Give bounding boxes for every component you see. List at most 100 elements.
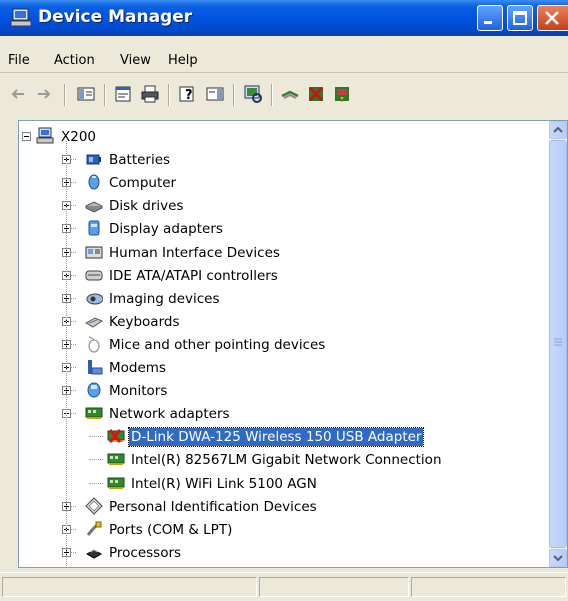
- window-title: Device Manager: [38, 7, 193, 27]
- tree-category-label: Human Interface Devices: [109, 245, 280, 261]
- back-icon[interactable]: [8, 84, 28, 104]
- tree-device-label: Intel(R) WiFi Link 5100 AGN: [131, 476, 317, 492]
- status-pane-2: [259, 577, 409, 597]
- tree-connector: [89, 459, 103, 461]
- tree-category-label: Keyboards: [109, 314, 180, 330]
- tree-category-label: Mice and other pointing devices: [109, 337, 326, 353]
- tree-category[interactable]: Human Interface Devices: [19, 242, 549, 264]
- menu-file[interactable]: File: [8, 53, 30, 68]
- device-tree-panel: X200 Batteries Computer Disk drives Display…: [18, 120, 568, 568]
- processor-icon: [85, 549, 103, 559]
- scroll-thumb[interactable]: [549, 140, 567, 548]
- minimize-icon: [484, 21, 492, 24]
- device-tree: X200 Batteries Computer Disk drives Display…: [19, 121, 549, 567]
- close-button[interactable]: [537, 5, 568, 31]
- ide-controller-icon: [85, 270, 103, 281]
- scan-for-hardware-changes-icon[interactable]: [243, 84, 263, 104]
- vertical-scrollbar[interactable]: [549, 121, 567, 567]
- status-bar: [0, 572, 568, 601]
- show-hide-action-pane-icon[interactable]: [205, 84, 225, 104]
- print-icon[interactable]: [140, 84, 160, 104]
- tree-category-label: Modems: [109, 360, 166, 376]
- toolbar-separator: [64, 84, 66, 106]
- collapse-icon[interactable]: [22, 132, 31, 141]
- scroll-down-button[interactable]: [549, 549, 567, 567]
- tree-category[interactable]: IDE ATA/ATAPI controllers: [19, 265, 549, 287]
- tree-category-label: Computer: [109, 175, 177, 191]
- toolbar-separator: [271, 84, 273, 106]
- tree-category[interactable]: Ports (COM & LPT): [19, 519, 549, 541]
- toolbar-separator: [233, 84, 235, 106]
- tree-device[interactable]: Intel(R) 82567LM Gigabit Network Connect…: [19, 449, 549, 471]
- tree-category[interactable]: Network adapters: [19, 403, 549, 425]
- menu-help[interactable]: Help: [168, 53, 198, 68]
- tree-connector: [89, 483, 103, 485]
- menu-bar: File Action View Help: [0, 38, 568, 73]
- tree-root[interactable]: X200: [19, 126, 549, 148]
- uninstall-icon[interactable]: [306, 84, 326, 104]
- computer-root-icon: [36, 127, 54, 144]
- modem-icon: [88, 360, 103, 375]
- update-driver-icon[interactable]: [280, 84, 300, 104]
- maximize-button[interactable]: [507, 5, 533, 31]
- tree-device[interactable]: Intel(R) WiFi Link 5100 AGN: [19, 473, 549, 495]
- network-adapter-error-icon: [107, 429, 125, 443]
- network-adapter-icon: [107, 453, 125, 465]
- grip-icon: [554, 338, 562, 346]
- tree-category-label: Processors: [109, 545, 182, 561]
- tree-category-label: Disk drives: [109, 198, 184, 214]
- tree-category-label: Display adapters: [109, 221, 223, 237]
- identification-device-icon: [85, 497, 103, 515]
- tree-category[interactable]: Monitors: [19, 380, 549, 402]
- tree-category-label: Personal Identification Devices: [109, 499, 317, 515]
- display-adapter-icon: [88, 220, 100, 236]
- close-icon: [545, 11, 559, 25]
- help-icon[interactable]: ?: [178, 84, 198, 104]
- tree-category[interactable]: Batteries: [19, 149, 549, 171]
- tree-category[interactable]: Mice and other pointing devices: [19, 334, 549, 356]
- tree-category[interactable]: Disk drives: [19, 195, 549, 217]
- properties-icon[interactable]: [113, 84, 133, 104]
- tree-category[interactable]: Imaging devices: [19, 288, 549, 310]
- monitor-icon: [87, 382, 101, 398]
- disk-drive-icon: [85, 201, 103, 213]
- disable-icon[interactable]: [332, 84, 352, 104]
- imaging-device-icon: [86, 293, 103, 305]
- computer-icon: [88, 174, 100, 190]
- device-manager-window: Device Manager File Action View Help ? X…: [0, 0, 568, 601]
- show-hide-console-tree-icon[interactable]: [76, 84, 96, 104]
- toolbar-separator: [168, 84, 170, 106]
- tree-category-label: Monitors: [109, 383, 168, 399]
- tree-category[interactable]: Keyboards: [19, 311, 549, 333]
- tree-category-label: Network adapters: [109, 406, 230, 422]
- tree-category[interactable]: Display adapters: [19, 218, 549, 240]
- mouse-icon: [88, 335, 100, 353]
- tree-category[interactable]: Processors: [19, 542, 549, 564]
- tree-category-label: Batteries: [109, 152, 171, 168]
- scroll-up-button[interactable]: [549, 121, 567, 139]
- battery-icon: [86, 154, 101, 165]
- status-pane-1: [2, 577, 257, 597]
- menu-view[interactable]: View: [120, 53, 151, 68]
- tree-device[interactable]: D-Link DWA-125 Wireless 150 USB Adapter: [19, 426, 549, 448]
- tree-category[interactable]: Personal Identification Devices: [19, 496, 549, 518]
- tree-category[interactable]: Computer: [19, 172, 549, 194]
- minimize-button[interactable]: [477, 5, 503, 31]
- tree-device-label: Intel(R) 82567LM Gigabit Network Connect…: [131, 452, 442, 468]
- chevron-down-icon: [553, 555, 563, 562]
- forward-icon[interactable]: [34, 84, 54, 104]
- title-bar[interactable]: Device Manager: [0, 0, 568, 36]
- status-pane-3: [411, 577, 566, 597]
- maximize-icon: [513, 11, 527, 25]
- hid-icon: [85, 246, 103, 259]
- tree-category-label: Imaging devices: [109, 291, 220, 307]
- keyboard-icon: [85, 317, 103, 328]
- chevron-up-icon: [553, 126, 563, 133]
- svg-text:?: ?: [185, 88, 193, 103]
- tree-root-label: X200: [61, 129, 97, 145]
- tree-connector: [89, 436, 103, 438]
- menu-action[interactable]: Action: [54, 53, 95, 68]
- tree-category[interactable]: Modems: [19, 357, 549, 379]
- network-adapter-icon: [85, 407, 103, 419]
- network-adapter-icon: [107, 477, 125, 489]
